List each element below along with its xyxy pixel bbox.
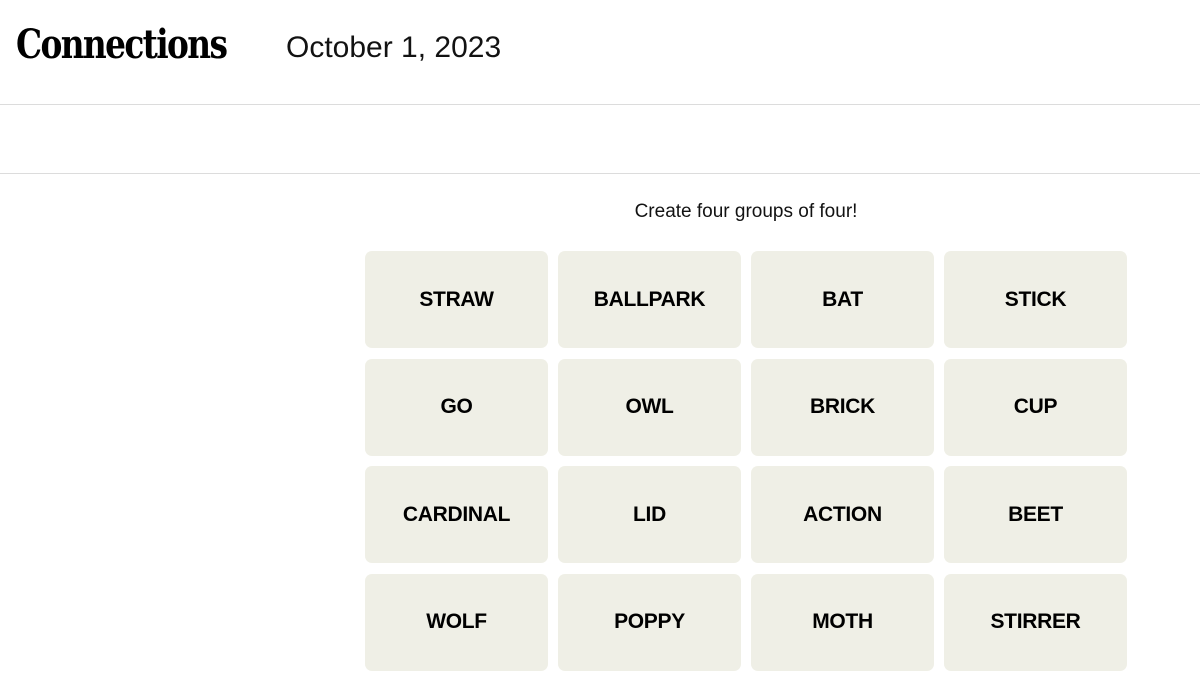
word-tile[interactable]: STIRRER bbox=[944, 573, 1127, 671]
word-tile[interactable]: BRICK bbox=[751, 358, 934, 456]
word-tile[interactable]: ACTION bbox=[751, 466, 934, 563]
word-tile[interactable]: MOTH bbox=[751, 573, 934, 671]
header: Connections October 1, 2023 bbox=[0, 0, 1200, 105]
word-tile[interactable]: POPPY bbox=[558, 573, 741, 671]
word-tile[interactable]: OWL bbox=[558, 358, 741, 456]
word-tile[interactable]: CUP bbox=[944, 358, 1127, 456]
puzzle-date: October 1, 2023 bbox=[286, 31, 502, 64]
word-tile[interactable]: BALLPARK bbox=[558, 251, 741, 348]
word-tile[interactable]: STICK bbox=[944, 251, 1127, 348]
word-tile[interactable]: WOLF bbox=[365, 573, 548, 671]
instructions-text: Create four groups of four! bbox=[634, 201, 858, 222]
word-tile[interactable]: LID bbox=[558, 466, 741, 563]
word-tile[interactable]: CARDINAL bbox=[365, 466, 548, 563]
toolbar-area bbox=[0, 105, 1200, 174]
word-tile[interactable]: GO bbox=[365, 358, 548, 456]
word-tile[interactable]: STRAW bbox=[365, 251, 548, 348]
word-tile[interactable]: BEET bbox=[944, 466, 1127, 563]
word-tile[interactable]: BAT bbox=[751, 251, 934, 348]
game-title: Connections bbox=[16, 21, 228, 68]
word-grid: STRAW BALLPARK BAT STICK GO OWL BRICK CU… bbox=[365, 251, 1127, 671]
